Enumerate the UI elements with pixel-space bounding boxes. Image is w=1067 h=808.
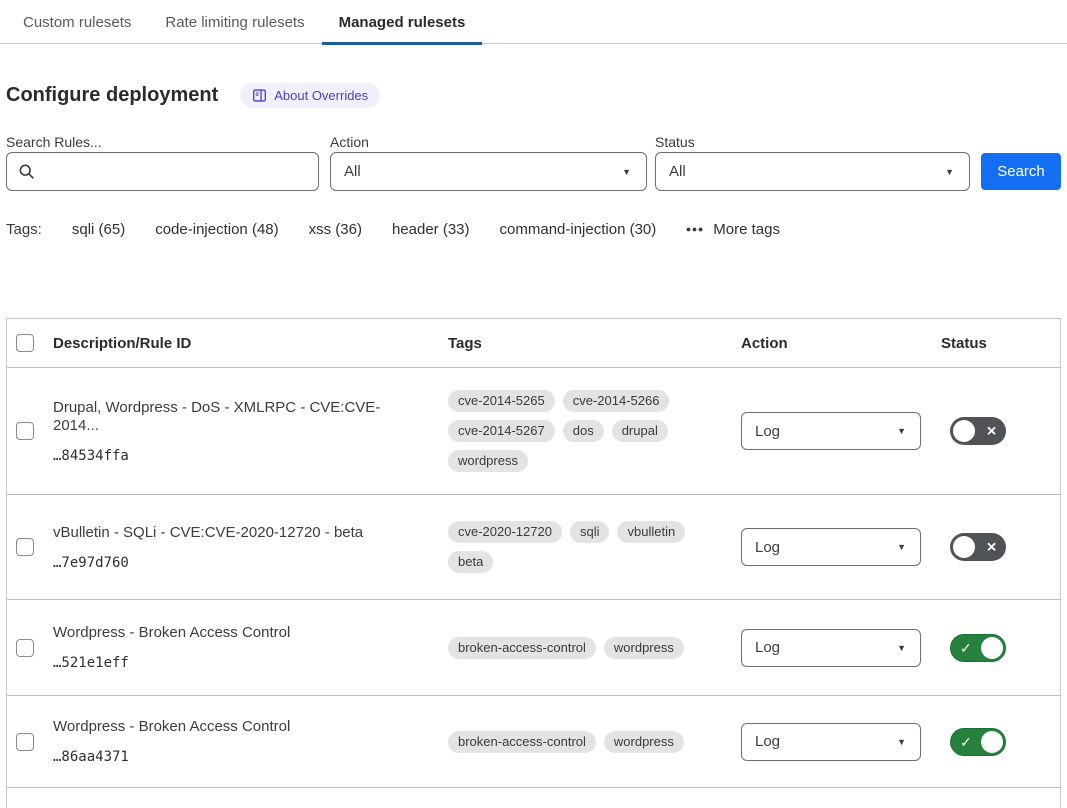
tag-pill: wordpress <box>604 637 684 659</box>
rule-description: vBulletin - SQLi - CVE:CVE-2020-12720 - … <box>53 524 363 542</box>
tag-pill: broken-access-control <box>448 731 596 753</box>
tags-bar-label: Tags: <box>6 221 42 238</box>
search-button[interactable]: Search <box>981 153 1061 190</box>
row-checkbox[interactable] <box>16 639 34 657</box>
chevron-down-icon: ▼ <box>897 426 906 436</box>
page-title: Configure deployment <box>6 84 218 107</box>
action-filter-label: Action <box>330 134 369 150</box>
rule-id: …84534ffa <box>53 448 129 464</box>
tab-managed-rulesets[interactable]: Managed rulesets <box>322 0 483 44</box>
status-filter-label: Status <box>655 134 695 150</box>
about-overrides-badge[interactable]: About Overrides <box>240 83 380 108</box>
column-header-status: Status <box>941 319 1060 367</box>
tag-pill: broken-access-control <box>448 637 596 659</box>
column-header-tags: Tags <box>448 319 741 367</box>
toggle-knob <box>981 731 1003 753</box>
table-row: vBulletin - SQLi - CVE:CVE-2020-12720 - … <box>7 495 1060 600</box>
tag-pill: wordpress <box>604 731 684 753</box>
tag-pill: vbulletin <box>617 521 685 543</box>
search-rules-label: Search Rules... <box>6 134 102 150</box>
toggle-state-icon: ✕ <box>986 541 997 554</box>
row-checkbox[interactable] <box>16 538 34 556</box>
ruleset-tabbar: Custom rulesets Rate limiting rulesets M… <box>0 0 1067 44</box>
search-rules-input[interactable] <box>43 153 318 190</box>
toggle-state-icon: ✕ <box>986 425 997 438</box>
tag-pill: dos <box>563 420 604 442</box>
search-icon <box>18 163 35 180</box>
tag-pill: cve-2014-5265 <box>448 390 555 412</box>
column-header-description: Description/Rule ID <box>53 319 448 367</box>
rule-action-value: Log <box>755 733 780 750</box>
about-overrides-label: About Overrides <box>274 88 368 103</box>
status-toggle[interactable]: ✓ <box>950 728 1006 756</box>
rule-action-value: Log <box>755 423 780 440</box>
status-filter-value: All <box>669 163 686 180</box>
rule-description: Wordpress - Broken Access Control <box>53 624 290 642</box>
rule-action-select[interactable]: Log ▼ <box>741 629 921 667</box>
rule-tags: cve-2014-5265 cve-2014-5266 cve-2014-5267 d… <box>448 368 741 494</box>
tag-filter-link[interactable]: sqli (65) <box>72 221 125 238</box>
rule-description: Drupal, Wordpress - DoS - XMLRPC - CVE:C… <box>53 399 422 435</box>
toggle-knob <box>953 420 975 442</box>
rule-description: Wordpress - Broken Access Control <box>53 718 290 736</box>
table-row: Drupal, Wordpress - DoS - XMLRPC - CVE:C… <box>7 368 1060 495</box>
rule-tags: cve-2020-12720 sqli vbulletin beta <box>448 495 741 599</box>
rule-action-select[interactable]: Log ▼ <box>741 528 921 566</box>
tag-filter-link[interactable]: code-injection (48) <box>155 221 278 238</box>
rule-tags: broken-access-control wordpress <box>448 696 741 787</box>
chevron-down-icon: ▼ <box>897 737 906 747</box>
rule-id: …86aa4371 <box>53 749 129 765</box>
table-header-row: Description/Rule ID Tags Action Status <box>7 319 1060 368</box>
chevron-down-icon: ▼ <box>945 167 954 177</box>
action-filter-value: All <box>344 163 361 180</box>
tab-rate-limiting-rulesets[interactable]: Rate limiting rulesets <box>148 0 321 44</box>
action-filter-select[interactable]: All ▼ <box>330 152 647 191</box>
toggle-knob <box>953 536 975 558</box>
status-toggle[interactable]: ✕ <box>950 533 1006 561</box>
toggle-state-icon: ✓ <box>960 735 972 749</box>
row-checkbox[interactable] <box>16 422 34 440</box>
tag-filter-link[interactable]: xss (36) <box>309 221 362 238</box>
tag-pill: cve-2014-5267 <box>448 420 555 442</box>
chevron-down-icon: ▼ <box>897 542 906 552</box>
book-icon <box>252 88 267 103</box>
tag-pill: drupal <box>612 420 668 442</box>
table-row: Wordpress - Broken Access Control …521e1… <box>7 600 1060 696</box>
tag-pill: beta <box>448 551 493 573</box>
rule-id: …7e97d760 <box>53 555 129 571</box>
chevron-down-icon: ▼ <box>622 167 631 177</box>
tag-pill: sqli <box>570 521 610 543</box>
column-header-action: Action <box>741 319 941 367</box>
more-tags-button[interactable]: More tags <box>686 221 780 238</box>
table-row: Wordpress - Broken Access Control …86aa4… <box>7 696 1060 788</box>
tag-pill: cve-2020-12720 <box>448 521 562 543</box>
rule-action-select[interactable]: Log ▼ <box>741 723 921 761</box>
tags-bar: Tags: sqli (65) code-injection (48) xss (3… <box>6 221 780 238</box>
toggle-state-icon: ✓ <box>960 641 972 655</box>
managed-rules-table: Description/Rule ID Tags Action Status D… <box>6 318 1061 808</box>
rule-tags: broken-access-control wordpress <box>448 600 741 695</box>
ellipsis-icon <box>686 227 703 232</box>
tag-filter-link[interactable]: command-injection (30) <box>500 221 657 238</box>
tab-custom-rulesets[interactable]: Custom rulesets <box>6 0 148 44</box>
status-toggle[interactable]: ✓ <box>950 634 1006 662</box>
tag-filter-list: sqli (65) code-injection (48) xss (36) head… <box>72 221 656 238</box>
more-tags-label: More tags <box>713 221 780 238</box>
rule-action-value: Log <box>755 539 780 556</box>
row-checkbox[interactable] <box>16 733 34 751</box>
status-filter-select[interactable]: All ▼ <box>655 152 970 191</box>
chevron-down-icon: ▼ <box>897 643 906 653</box>
rule-id: …521e1eff <box>53 655 129 671</box>
toggle-knob <box>981 637 1003 659</box>
status-toggle[interactable]: ✕ <box>950 417 1006 445</box>
select-all-checkbox[interactable] <box>16 334 34 352</box>
table-row-partial <box>7 788 1060 808</box>
heading-row: Configure deployment About Overrides <box>6 83 380 108</box>
rule-action-select[interactable]: Log ▼ <box>741 412 921 450</box>
tag-pill: cve-2014-5266 <box>563 390 670 412</box>
tag-filter-link[interactable]: header (33) <box>392 221 470 238</box>
search-rules-box <box>6 152 319 191</box>
rule-action-value: Log <box>755 639 780 656</box>
tag-pill: wordpress <box>448 450 528 472</box>
